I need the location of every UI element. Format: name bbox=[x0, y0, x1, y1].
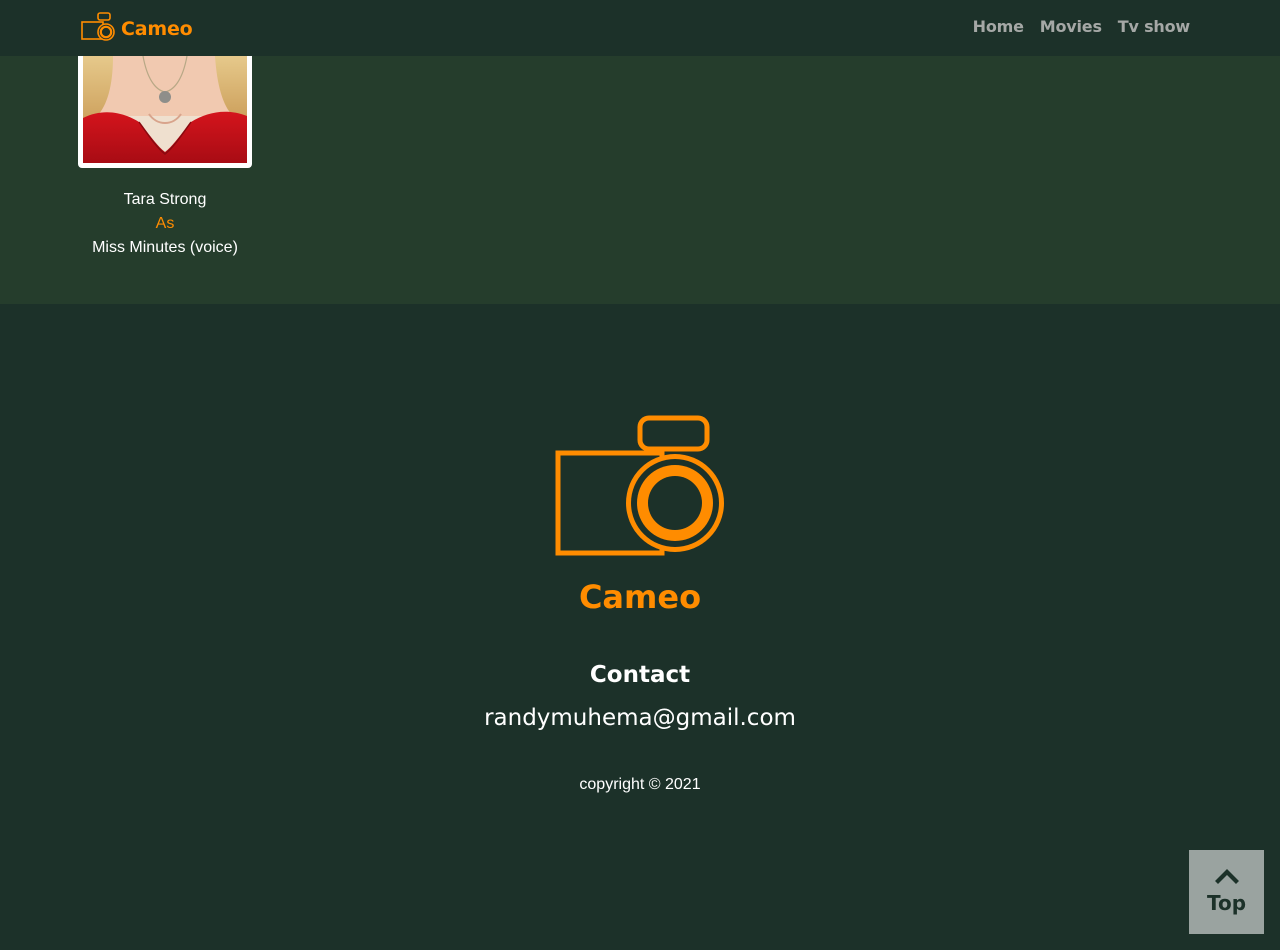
contact-email-link[interactable]: randymuhema@gmail.com bbox=[0, 705, 1280, 731]
brand-name: Cameo bbox=[121, 18, 193, 40]
scroll-top-label: Top bbox=[1206, 891, 1247, 915]
nav-links: Home Movies Tv show bbox=[973, 17, 1191, 36]
scroll-top-button[interactable]: Top bbox=[1189, 850, 1264, 934]
footer-logo-svg bbox=[555, 415, 724, 556]
actor-photo-illustration bbox=[83, 56, 247, 163]
brand-link[interactable]: Cameo bbox=[81, 12, 193, 46]
nav-link-home[interactable]: Home bbox=[973, 17, 1024, 36]
chevron-up-icon bbox=[1214, 869, 1239, 884]
copyright-text: copyright © 2021 bbox=[579, 776, 701, 793]
footer-brand-name: Cameo bbox=[578, 578, 702, 616]
cast-section: Tara Strong As Miss Minutes (voice) bbox=[0, 56, 1280, 304]
nav-link-movies[interactable]: Movies bbox=[1040, 17, 1102, 36]
brand-logo-svg bbox=[81, 12, 115, 41]
contact-heading: Contact bbox=[589, 662, 691, 688]
navbar: Cameo Home Movies Tv show bbox=[0, 0, 1280, 56]
footer: Cameo Contact randymuhema@gmail.com copy… bbox=[0, 304, 1280, 950]
character-name: Miss Minutes (voice) bbox=[92, 239, 238, 256]
as-label: As bbox=[155, 215, 175, 232]
actor-photo bbox=[78, 56, 252, 168]
actor-name: Tara Strong bbox=[123, 191, 207, 208]
nav-link-tv-show[interactable]: Tv show bbox=[1118, 17, 1190, 36]
camera-icon bbox=[81, 12, 117, 46]
cast-card[interactable]: Tara Strong As Miss Minutes (voice) bbox=[78, 56, 252, 260]
